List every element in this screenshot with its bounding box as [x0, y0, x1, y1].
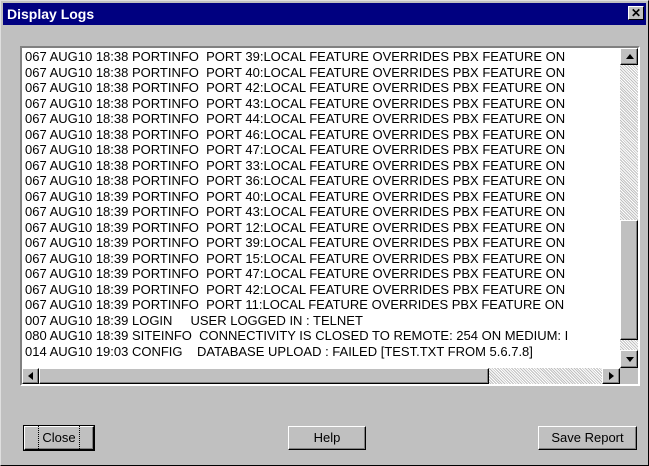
log-line[interactable]: 007 AUG10 18:39 LOGIN USER LOGGED IN : T…	[25, 313, 363, 329]
log-line[interactable]: 067 AUG10 18:39 PORTINFO PORT 42:LOCAL F…	[25, 282, 565, 298]
scroll-right-button[interactable]	[602, 368, 620, 384]
arrow-left-icon	[28, 372, 33, 380]
help-button-label: Help	[313, 430, 341, 445]
log-line[interactable]: 080 AUG10 18:39 SITEINFO CONNECTIVITY IS…	[25, 328, 568, 344]
arrow-right-icon	[609, 372, 614, 380]
log-line[interactable]: 067 AUG10 18:39 PORTINFO PORT 47:LOCAL F…	[25, 266, 565, 282]
log-list: 067 AUG10 18:38 PORTINFO PORT 39:LOCAL F…	[22, 48, 620, 368]
help-button[interactable]: Help	[288, 426, 366, 450]
log-line[interactable]: 067 AUG10 18:38 PORTINFO PORT 36:LOCAL F…	[25, 173, 565, 189]
log-line[interactable]: 067 AUG10 18:38 PORTINFO PORT 43:LOCAL F…	[25, 96, 565, 112]
horizontal-scrollbar[interactable]	[22, 368, 620, 384]
scroll-down-button[interactable]	[620, 350, 638, 368]
scrollbar-corner	[620, 368, 638, 384]
log-line[interactable]: 067 AUG10 18:39 PORTINFO PORT 43:LOCAL F…	[25, 204, 565, 220]
log-line[interactable]: 067 AUG10 18:38 PORTINFO PORT 33:LOCAL F…	[25, 158, 565, 174]
vertical-scrollbar[interactable]	[620, 48, 638, 368]
save-report-button[interactable]: Save Report	[538, 426, 637, 450]
window-title: Display Logs	[7, 6, 95, 22]
log-line[interactable]: 067 AUG10 18:39 PORTINFO PORT 40:LOCAL F…	[25, 189, 565, 205]
log-line[interactable]: 067 AUG10 18:38 PORTINFO PORT 42:LOCAL F…	[25, 80, 565, 96]
display-logs-window: Display Logs ✕ 067 AUG10 18:38 PORTINFO …	[0, 0, 649, 466]
scroll-up-button[interactable]	[620, 48, 638, 65]
scroll-left-button[interactable]	[22, 368, 39, 384]
horizontal-scroll-thumb[interactable]	[39, 368, 489, 384]
log-line[interactable]: 067 AUG10 18:38 PORTINFO PORT 40:LOCAL F…	[25, 65, 565, 81]
log-line[interactable]: 067 AUG10 18:39 PORTINFO PORT 15:LOCAL F…	[25, 251, 565, 267]
close-button[interactable]: Close	[23, 425, 95, 451]
log-line[interactable]: 067 AUG10 18:39 PORTINFO PORT 39:LOCAL F…	[25, 235, 565, 251]
arrow-down-icon	[626, 357, 634, 362]
log-line[interactable]: 067 AUG10 18:38 PORTINFO PORT 46:LOCAL F…	[25, 127, 565, 143]
log-line[interactable]: 014 AUG10 19:03 CONFIG DATABASE UPLOAD :…	[25, 344, 533, 360]
arrow-up-icon	[626, 54, 634, 59]
save-report-button-label: Save Report	[551, 430, 624, 445]
close-button-label: Close	[38, 425, 80, 451]
log-line[interactable]: 067 AUG10 18:39 PORTINFO PORT 12:LOCAL F…	[25, 220, 565, 236]
log-line[interactable]: 067 AUG10 18:38 PORTINFO PORT 39:LOCAL F…	[25, 49, 565, 65]
close-icon[interactable]: ✕	[628, 6, 644, 20]
log-listbox[interactable]: 067 AUG10 18:38 PORTINFO PORT 39:LOCAL F…	[20, 46, 640, 386]
vertical-scroll-thumb[interactable]	[620, 220, 638, 340]
title-bar[interactable]: Display Logs ✕	[3, 3, 646, 25]
log-line[interactable]: 067 AUG10 18:39 PORTINFO PORT 11:LOCAL F…	[25, 297, 564, 313]
log-line[interactable]: 067 AUG10 18:38 PORTINFO PORT 47:LOCAL F…	[25, 142, 565, 158]
log-line[interactable]: 067 AUG10 18:38 PORTINFO PORT 44:LOCAL F…	[25, 111, 565, 127]
